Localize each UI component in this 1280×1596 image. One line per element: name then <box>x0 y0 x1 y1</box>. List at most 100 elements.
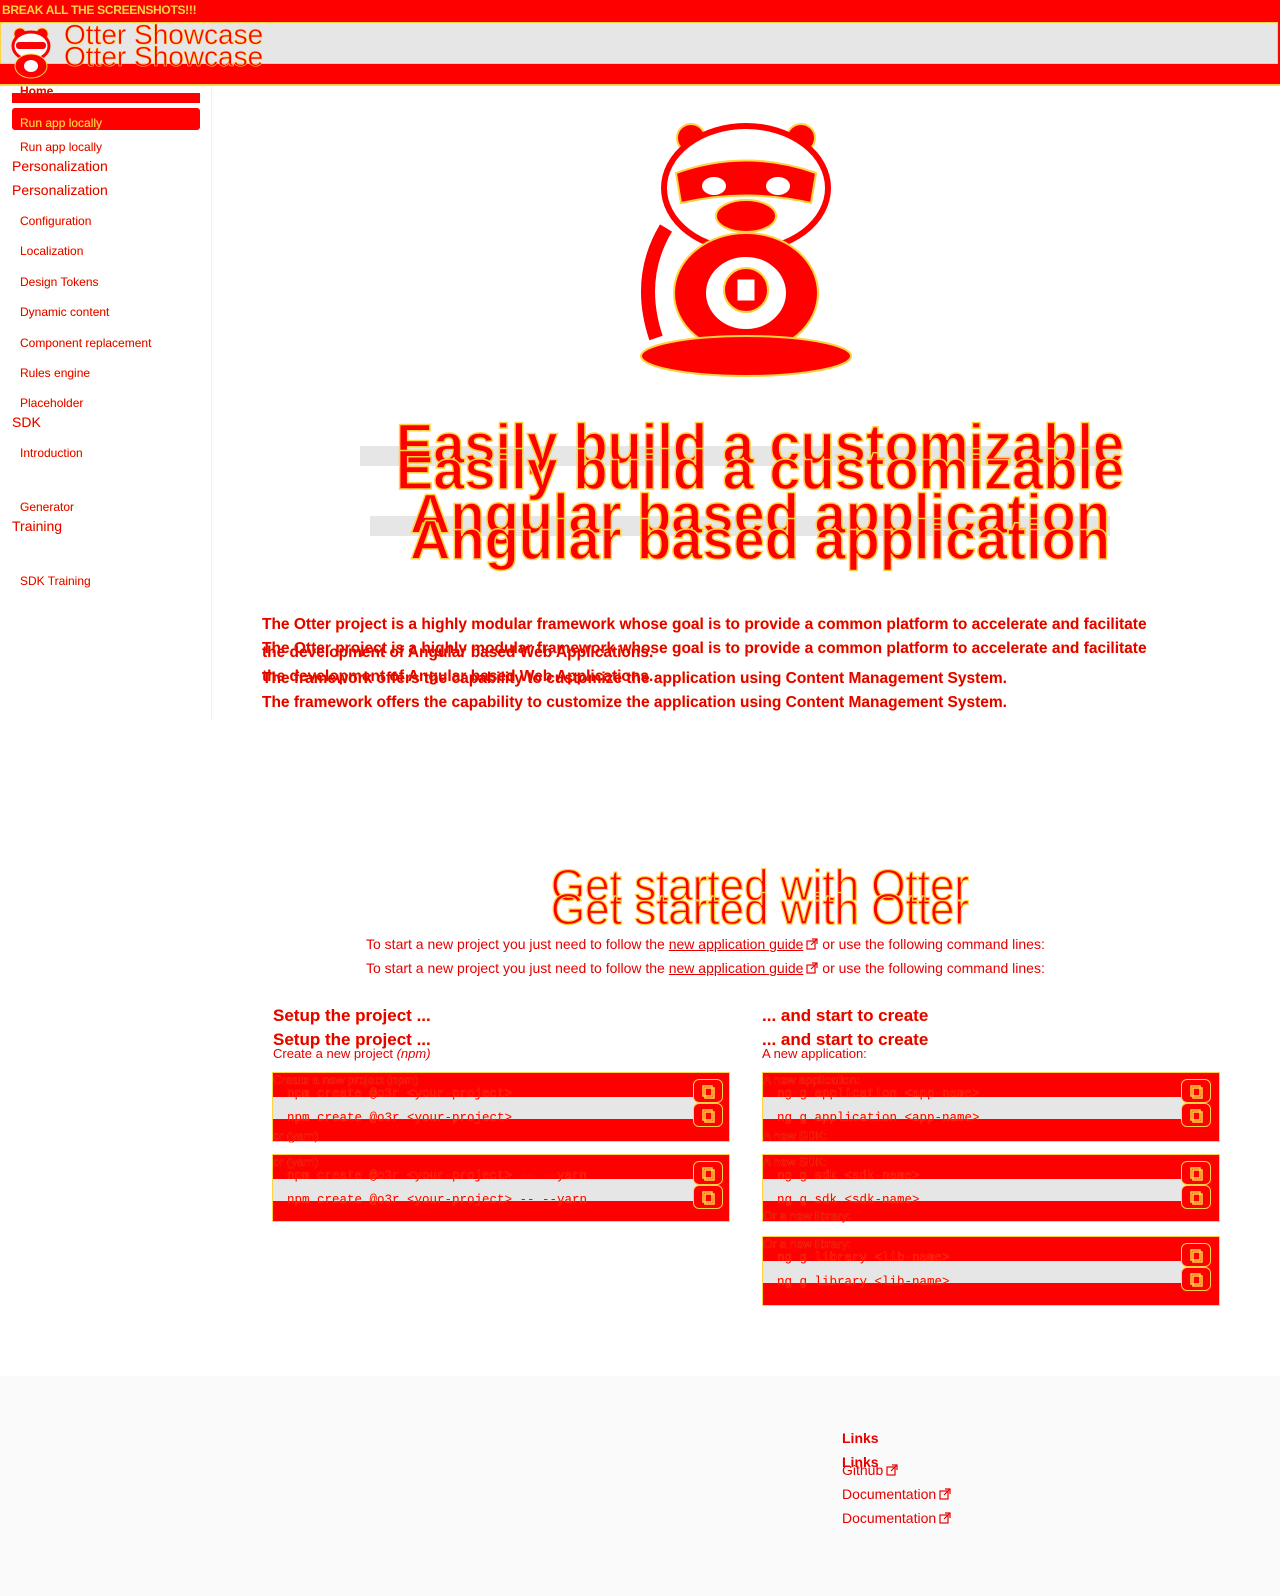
copy-npm-button[interactable] <box>693 1079 723 1103</box>
yarn-code-block: or (yarn) npm create @o3r <your-project>… <box>272 1154 730 1222</box>
lib-code-block: Or a new library: ng g library <lib-name… <box>762 1236 1220 1306</box>
copy-app-button-echo[interactable] <box>1181 1103 1211 1127</box>
sidebar-item-home[interactable]: Home <box>20 84 53 98</box>
external-link-icon <box>939 1487 951 1503</box>
lib-label-echo: Or a new library: <box>763 1237 852 1251</box>
sidebar-item-dynamic-content[interactable]: Dynamic content <box>20 305 109 319</box>
sidebar-item-design-tokens[interactable]: Design Tokens <box>20 275 99 289</box>
copy-icon <box>1190 1109 1203 1123</box>
intro-after: or use the following command lines: <box>822 936 1045 952</box>
sidebar-item-rules-engine[interactable]: Rules engine <box>20 366 90 380</box>
npm-code-block: Create a new project (npm) npm create @o… <box>272 1072 730 1143</box>
yarn-command[interactable]: npm create @o3r <your-project> -- --yarn <box>287 1169 587 1183</box>
sdk-label: A new SDK: <box>763 1129 828 1143</box>
copy-icon <box>1190 1085 1203 1099</box>
copy-sdk-button-echo[interactable] <box>1181 1185 1211 1209</box>
new-app-guide-link[interactable]: new application guide <box>669 936 804 952</box>
external-link-icon <box>939 1511 951 1527</box>
intro-before-echo: To start a new project you just need to … <box>366 960 665 976</box>
top-banner: BREAK ALL THE SCREENSHOTS!!! <box>0 0 1280 20</box>
setup-title: Setup the project ... <box>273 1006 431 1025</box>
sidebar-category-sdk[interactable]: SDK <box>12 414 41 430</box>
sidebar-item-sdk-training[interactable]: SDK Training <box>20 574 91 588</box>
create-subtitle: A new application: <box>762 1046 867 1061</box>
github-link-text[interactable]: Github <box>842 1462 883 1478</box>
app-command[interactable]: ng g application <app-name> <box>777 1087 980 1101</box>
hero-paragraph-line3-echo: The framework offers the capability to c… <box>262 694 1007 711</box>
documentation-link-text-echo[interactable]: Documentation <box>842 1510 936 1526</box>
npm-command[interactable]: npm create @o3r <your-project> <box>287 1087 512 1101</box>
sidebar-nav: Home Run app locally Run app locally Per… <box>0 84 212 720</box>
yarn-command-echo: npm create @o3r <your-project> -- --yarn <box>287 1193 588 1207</box>
external-link-icon <box>806 937 818 953</box>
yarn-label: or (yarn) <box>273 1129 319 1143</box>
page-footer: Links Links Github Documentation Documen… <box>0 1376 1280 1596</box>
setup-subtitle: Create a new project (npm) <box>273 1046 431 1061</box>
sidebar-item-localization[interactable]: Localization <box>20 244 83 258</box>
hero-paragraph-line2: the development of Angular based Web App… <box>262 644 654 661</box>
app-header: Otter Showcase Otter Showcase <box>0 19 1280 86</box>
copy-yarn-button[interactable] <box>693 1161 723 1185</box>
footer-links-title: Links <box>842 1430 879 1446</box>
sidebar-category-personalization-echo: Personalization <box>12 182 108 198</box>
get-started-intro-echo: To start a new project you just need to … <box>366 960 1045 977</box>
app-command-echo: ng g application <app-name> <box>777 1111 980 1125</box>
sdk-label-echo: A new SDK: <box>763 1155 828 1169</box>
sidebar-item-run-app[interactable]: Run app locally <box>20 140 102 154</box>
hero-title-line2-echo: Angular based application <box>409 508 1111 571</box>
lib-command[interactable]: ng g library <lib-name> <box>777 1251 950 1265</box>
external-link-icon <box>886 1463 898 1479</box>
copy-icon <box>702 1167 715 1181</box>
get-started-intro: To start a new project you just need to … <box>366 936 1045 953</box>
lib-label: Or a new library: <box>763 1209 852 1223</box>
app-label: A new application: <box>763 1073 860 1087</box>
documentation-link-text[interactable]: Documentation <box>842 1486 936 1502</box>
sdk-code-block: A new SDK: ng g sdk <sdk-name> ng g sdk … <box>762 1154 1220 1223</box>
sidebar-item-component-replacement[interactable]: Component replacement <box>20 336 151 350</box>
banner-text: BREAK ALL THE SCREENSHOTS!!! <box>2 3 197 17</box>
npm-command-echo: npm create @o3r <your-project> <box>287 1111 513 1125</box>
copy-npm-button-echo[interactable] <box>693 1103 723 1127</box>
footer-documentation-link[interactable]: Documentation <box>842 1486 951 1503</box>
copy-lib-button[interactable] <box>1181 1243 1211 1267</box>
copy-icon <box>702 1085 715 1099</box>
copy-yarn-button-echo[interactable] <box>693 1185 723 1209</box>
npm-label: Create a new project (npm) <box>273 1073 419 1087</box>
app-title-echo: Otter Showcase <box>64 41 264 72</box>
sidebar-item-run-app-highlight[interactable]: Run app locally <box>20 116 102 130</box>
hero-paragraph-line1: The Otter project is a highly modular fr… <box>262 616 1147 633</box>
create-title: ... and start to create <box>762 1006 929 1025</box>
copy-icon <box>1190 1167 1203 1181</box>
copy-lib-button-echo[interactable] <box>1181 1267 1211 1291</box>
sidebar-category-training[interactable]: Training <box>12 518 62 534</box>
footer-documentation-link-echo[interactable]: Documentation <box>842 1510 951 1527</box>
sdk-command[interactable]: ng g sdk <sdk-name> <box>777 1169 920 1183</box>
sdk-command-echo: ng g sdk <sdk-name> <box>777 1193 920 1207</box>
get-started-title-echo: Get started with Otter <box>550 885 970 934</box>
app-code-block: A new application: ng g application <app… <box>762 1072 1220 1143</box>
otter-mascot-image <box>636 118 856 378</box>
copy-icon <box>1190 1191 1203 1205</box>
external-link-icon <box>806 961 818 977</box>
sidebar-item-configuration[interactable]: Configuration <box>20 214 91 228</box>
sidebar-category-personalization[interactable]: Personalization <box>12 158 108 174</box>
otter-logo-icon[interactable] <box>6 22 56 82</box>
yarn-label-echo: or (yarn) <box>273 1155 319 1169</box>
sidebar-item-placeholder[interactable]: Placeholder <box>20 396 83 410</box>
hero-paragraph-line3: The framework offers the capability to c… <box>262 670 1007 687</box>
new-app-guide-link-echo[interactable]: new application guide <box>669 960 804 976</box>
copy-icon <box>702 1109 715 1123</box>
setup-subtitle-text: Create a new project <box>273 1046 393 1061</box>
sidebar-item-generator[interactable]: Generator <box>20 500 74 514</box>
copy-sdk-button[interactable] <box>1181 1161 1211 1185</box>
lib-command-echo: ng g library <lib-name> <box>777 1275 950 1289</box>
footer-github-link[interactable]: Github <box>842 1462 898 1479</box>
copy-icon <box>1190 1273 1203 1287</box>
copy-app-button[interactable] <box>1181 1079 1211 1103</box>
intro-before: To start a new project you just need to … <box>366 936 665 952</box>
sidebar-item-introduction[interactable]: Introduction <box>20 446 83 460</box>
copy-icon <box>702 1191 715 1205</box>
copy-icon <box>1190 1249 1203 1263</box>
setup-subtitle-em: (npm) <box>396 1046 431 1061</box>
intro-after-echo: or use the following command lines: <box>822 960 1045 976</box>
